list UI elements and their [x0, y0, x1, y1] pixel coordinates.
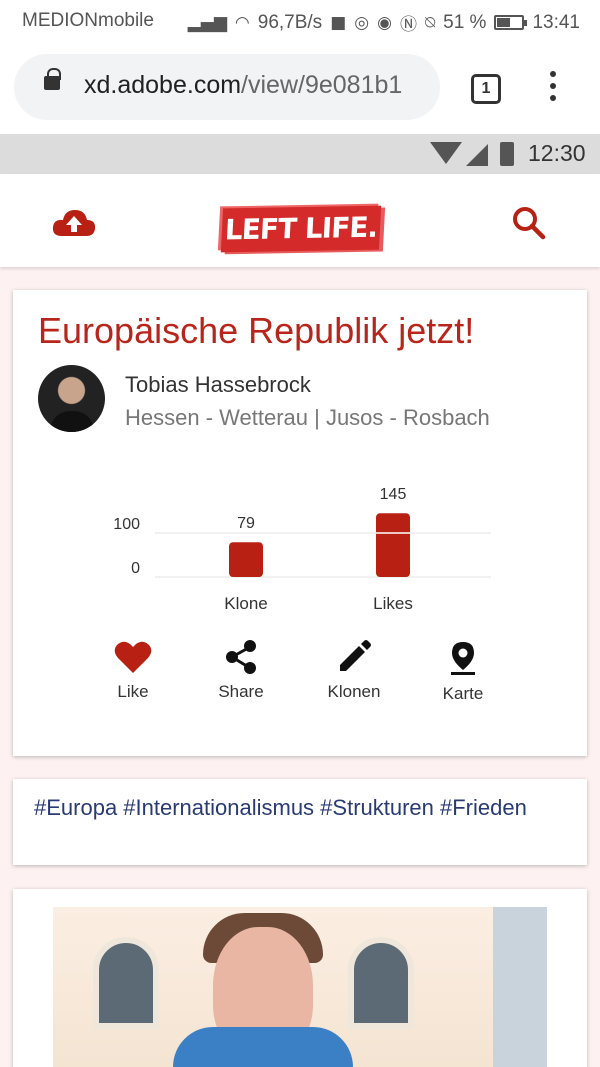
bar-chart: 0 100 79 Klone 145 Likes [113, 486, 491, 613]
url-host: xd.adobe.com [84, 71, 242, 99]
x-tick-label: Likes [373, 594, 413, 613]
author-name[interactable]: Tobias Hassebrock [125, 372, 311, 398]
map-label: Karte [442, 684, 484, 703]
app-header: LEFT LIFE. [0, 174, 600, 267]
carrier-name: MEDIONmobile [22, 10, 154, 31]
wifi-icon: ◠ [234, 12, 250, 33]
browser-toolbar: xd.adobe.com/view/9e081b1 1 [0, 42, 600, 134]
share-icon [226, 640, 256, 674]
mockup-time: 12:30 [528, 140, 586, 166]
system-time: 13:41 [532, 11, 580, 33]
wifi-icon [430, 142, 462, 164]
url-bar[interactable]: xd.adobe.com/view/9e081b1 [14, 54, 440, 120]
post-title: Europäische Republik jetzt! [38, 310, 475, 351]
battery-icon [500, 142, 514, 166]
map-pin-icon [451, 642, 475, 675]
clone-label: Klonen [327, 682, 381, 701]
avatar[interactable] [38, 365, 105, 432]
photo-card[interactable] [13, 889, 587, 1067]
map-button[interactable]: Karte [418, 640, 508, 704]
nfc-icon: Ⓝ [399, 15, 417, 35]
system-status-bar: MEDIONmobile ▂▄▆ ◠ 96,7B/s ■ ◎ ◉ Ⓝ ⍉ 51 … [0, 0, 600, 42]
mockup-status-bar: 12:30 [0, 134, 600, 174]
cell-signal-icon [466, 144, 488, 166]
battery-icon [494, 15, 528, 30]
action-bar: Like Share Klonen Karte [13, 640, 587, 720]
menu-icon[interactable] [548, 71, 558, 107]
square-icon: ■ [330, 12, 347, 33]
clone-button[interactable]: Klonen [309, 640, 399, 702]
data-label: 79 [237, 515, 255, 532]
data-label: 145 [380, 486, 407, 503]
like-button[interactable]: Like [88, 640, 178, 702]
x-tick-label: Klone [224, 594, 267, 613]
search-icon[interactable] [512, 206, 546, 240]
tab-switcher-button[interactable]: 1 [471, 74, 501, 104]
url-path: /view/9e081b1 [241, 71, 403, 99]
post-photo[interactable] [53, 907, 547, 1067]
tags-card: #Europa #Internationalismus #Strukturen … [13, 779, 587, 865]
app-logo: LEFT LIFE. [220, 205, 382, 253]
bar [229, 542, 263, 577]
bar [376, 513, 410, 577]
pencil-icon [340, 640, 371, 671]
signal-icon: ▂▄▆ [187, 12, 227, 33]
battery-percent: 51 % [443, 11, 487, 33]
building-window [93, 937, 159, 1029]
instagram-icon: ◎ [354, 12, 370, 33]
bell-off-icon: ⍉ [424, 12, 436, 33]
building-window [348, 937, 414, 1029]
lock-icon [44, 68, 61, 90]
author-meta: Hessen - Wetterau | Jusos - Rosbach [125, 405, 490, 430]
hashtags[interactable]: #Europa #Internationalismus #Strukturen … [34, 791, 554, 824]
eye-icon: ◉ [377, 12, 392, 33]
logo-text: LEFT LIFE. [224, 210, 379, 247]
y-tick-label: 0 [131, 560, 140, 577]
like-label: Like [117, 682, 149, 701]
url-text[interactable]: xd.adobe.com/view/9e081b1 [84, 71, 402, 100]
cloud-upload-icon[interactable] [52, 208, 96, 238]
person-jacket [173, 1027, 353, 1067]
building-facade [493, 907, 547, 1067]
y-tick-label: 100 [113, 516, 140, 533]
heart-icon [114, 641, 152, 673]
share-button[interactable]: Share [196, 640, 286, 702]
post-card[interactable]: Europäische Republik jetzt! Tobias Hasse… [13, 290, 587, 756]
network-speed: 96,7B/s [257, 11, 323, 33]
share-label: Share [218, 682, 264, 701]
